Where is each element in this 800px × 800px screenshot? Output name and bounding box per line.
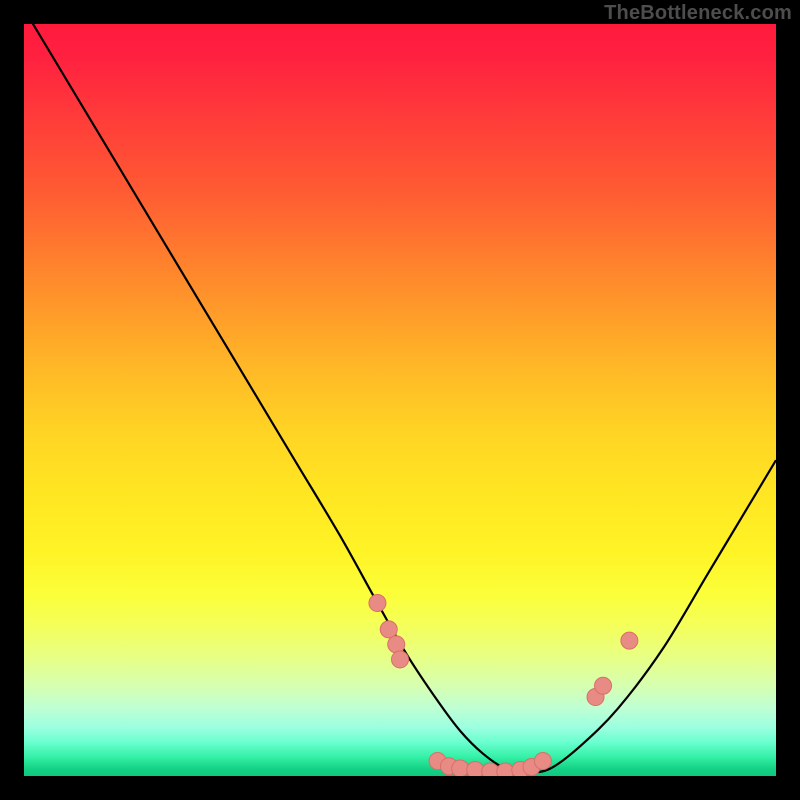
data-point — [621, 632, 638, 649]
plot-area — [24, 24, 776, 776]
data-point — [369, 595, 386, 612]
data-point — [467, 761, 484, 776]
data-point — [380, 621, 397, 638]
data-point — [392, 651, 409, 668]
data-point — [388, 636, 405, 653]
data-point — [534, 752, 551, 769]
chart-frame: TheBottleneck.com — [0, 0, 800, 800]
curve-layer — [24, 24, 776, 776]
data-point — [595, 677, 612, 694]
data-point — [452, 760, 469, 776]
data-point — [482, 763, 499, 776]
watermark-text: TheBottleneck.com — [604, 2, 792, 25]
data-point — [497, 763, 514, 776]
data-points — [369, 595, 638, 776]
